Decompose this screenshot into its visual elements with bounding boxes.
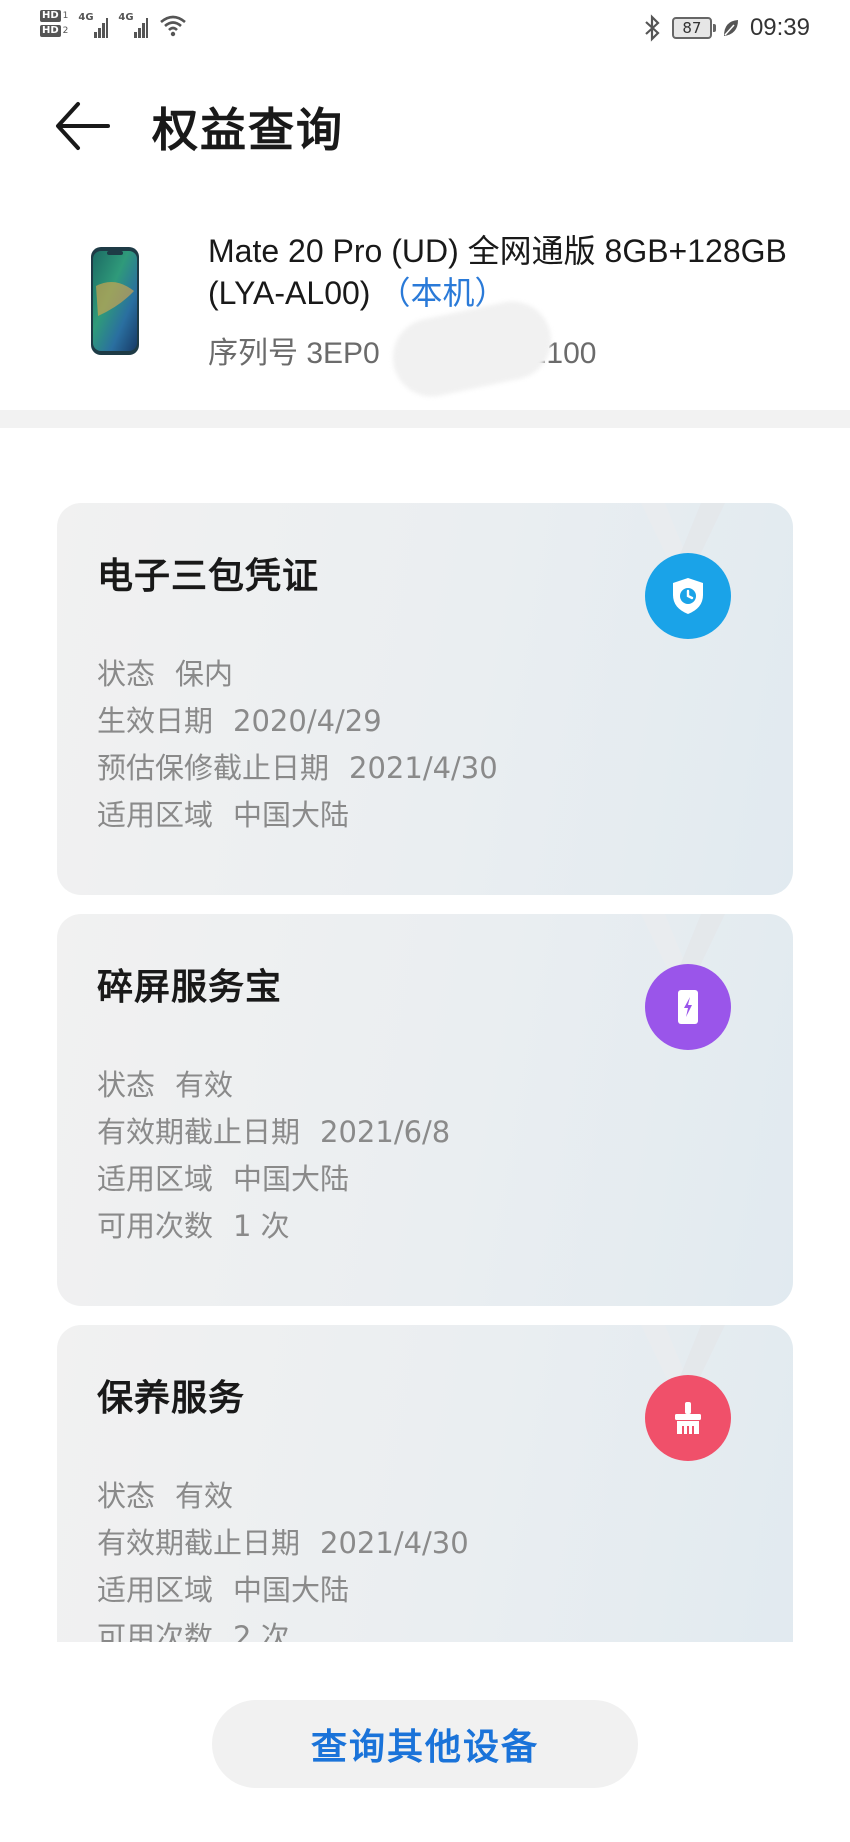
card-title: 碎屏服务宝 [97, 967, 283, 1008]
benefit-card-screen-protection[interactable]: 碎屏服务宝 状态 有效 有效期截止日期 2021/6/8 适用区域 中国大陆 可用次数… [57, 914, 793, 1306]
card-details: 状态 保内 生效日期 2020/4/29 预估保修截止日期 2021/4/30 适用区… [97, 651, 498, 839]
detail-label: 适用区域 [97, 798, 214, 832]
signal-icon: 4G [78, 10, 109, 38]
medal-ribbon-icon [641, 1325, 725, 1379]
detail-value: 2 次 [233, 1620, 290, 1642]
detail-row-region: 适用区域 中国大陆 [97, 792, 498, 839]
detail-label: 状态 [97, 657, 156, 691]
card-title: 保养服务 [97, 1378, 246, 1419]
detail-label: 有效期截止日期 [97, 1526, 301, 1560]
detail-label: 生效日期 [97, 704, 214, 738]
bluetooth-icon [645, 14, 660, 42]
badge-circle [645, 964, 731, 1050]
detail-label: 可用次数 [97, 1620, 214, 1642]
detail-value: 中国大陆 [233, 1573, 350, 1607]
detail-row-expiry-date: 有效期截止日期 2021/6/8 [97, 1109, 450, 1156]
detail-value: 保内 [175, 657, 234, 691]
medal-ribbon-icon [641, 914, 725, 968]
detail-row-uses-left: 可用次数 1 次 [97, 1203, 450, 1250]
card-details: 状态 有效 有效期截止日期 2021/6/8 适用区域 中国大陆 可用次数 1 次 [97, 1062, 450, 1250]
network-type-label: 4G [78, 12, 94, 23]
card-title: 电子三包凭证 [97, 556, 320, 597]
hd-sim-number: 1 [62, 11, 69, 21]
power-saving-leaf-icon [723, 20, 738, 36]
network-type-label: 4G [118, 12, 134, 23]
detail-label: 可用次数 [97, 1209, 214, 1243]
shield-clock-icon [673, 578, 703, 614]
medal-ribbon-icon [641, 503, 725, 557]
detail-row-status: 状态 有效 [97, 1062, 450, 1109]
detail-value: 2021/4/30 [320, 1526, 469, 1560]
detail-label: 状态 [97, 1479, 156, 1513]
detail-row-region: 适用区域 中国大陆 [97, 1156, 450, 1203]
brush-icon [675, 1402, 701, 1434]
status-right: 87 09:39 [642, 14, 810, 42]
section-divider [0, 410, 850, 428]
card-details: 状态 有效 有效期截止日期 2021/4/30 适用区域 中国大陆 可用次数 2 次 [97, 1473, 469, 1642]
detail-value: 有效 [175, 1479, 234, 1513]
wifi-icon [160, 15, 187, 37]
detail-value: 中国大陆 [233, 1162, 350, 1196]
badge-circle [645, 1375, 731, 1461]
hd-sim-number: 2 [62, 26, 69, 36]
detail-value: 有效 [175, 1068, 234, 1102]
hd-indicator-2: HD 2 [40, 25, 68, 37]
query-other-devices-button[interactable]: 查询其他设备 [212, 1700, 638, 1788]
status-time: 09:39 [749, 14, 810, 41]
hd-icon: HD [40, 10, 61, 22]
back-arrow-icon[interactable] [50, 98, 114, 154]
benefits-list: 电子三包凭证 状态 保内 生效日期 2020/4/29 预估保修截止日期 2021/4… [0, 428, 850, 1642]
badge-circle [645, 553, 731, 639]
detail-value: 2021/6/8 [320, 1115, 451, 1149]
detail-label: 预估保修截止日期 [97, 751, 330, 785]
benefit-card-warranty[interactable]: 电子三包凭证 状态 保内 生效日期 2020/4/29 预估保修截止日期 2021/4… [57, 503, 793, 895]
detail-label: 适用区域 [97, 1162, 214, 1196]
detail-row-uses-left: 可用次数 2 次 [97, 1614, 469, 1642]
bottom-bar: 查询其他设备 [0, 1642, 850, 1842]
benefit-card-maintenance[interactable]: 保养服务 状态 有效 有效期截止日期 2021/4/30 适用区域 中国大陆 可用次数… [57, 1325, 793, 1642]
device-phone-image [91, 247, 139, 355]
hd-indicators: HD 1 HD 2 [40, 10, 68, 37]
status-bar: HD 1 HD 2 4G 4G 87 09:39 [0, 0, 850, 60]
detail-row-region: 适用区域 中国大陆 [97, 1567, 469, 1614]
hd-icon: HD [40, 25, 61, 37]
detail-row-status: 状态 有效 [97, 1473, 469, 1520]
detail-row-expiry-date: 有效期截止日期 2021/4/30 [97, 1520, 469, 1567]
detail-row-effective-date: 生效日期 2020/4/29 [97, 698, 498, 745]
page-header: 权益查询 [0, 80, 850, 172]
detail-value: 2021/4/30 [349, 751, 498, 785]
battery-level: 87 [682, 19, 702, 37]
battery-icon: 87 [671, 17, 716, 39]
serial-label: 序列号 [208, 337, 298, 370]
status-left: HD 1 HD 2 4G 4G [40, 10, 188, 40]
detail-value: 1 次 [233, 1209, 290, 1243]
detail-label: 适用区域 [97, 1573, 214, 1607]
detail-row-expiry-date: 预估保修截止日期 2021/4/30 [97, 745, 498, 792]
hd-indicator-1: HD 1 [40, 10, 68, 22]
detail-label: 有效期截止日期 [97, 1115, 301, 1149]
detail-row-status: 状态 保内 [97, 651, 498, 698]
detail-value: 中国大陆 [233, 798, 350, 832]
detail-value: 2020/4/29 [233, 704, 382, 738]
page-title: 权益查询 [152, 103, 344, 157]
signal-icon: 4G [118, 10, 149, 38]
device-info: Mate 20 Pro (UD) 全网通版 8GB+128GB (LYA-AL0… [0, 210, 850, 410]
phone-bolt-icon [678, 990, 698, 1024]
detail-label: 状态 [97, 1068, 156, 1102]
serial-value: 3EP0 [306, 337, 380, 370]
